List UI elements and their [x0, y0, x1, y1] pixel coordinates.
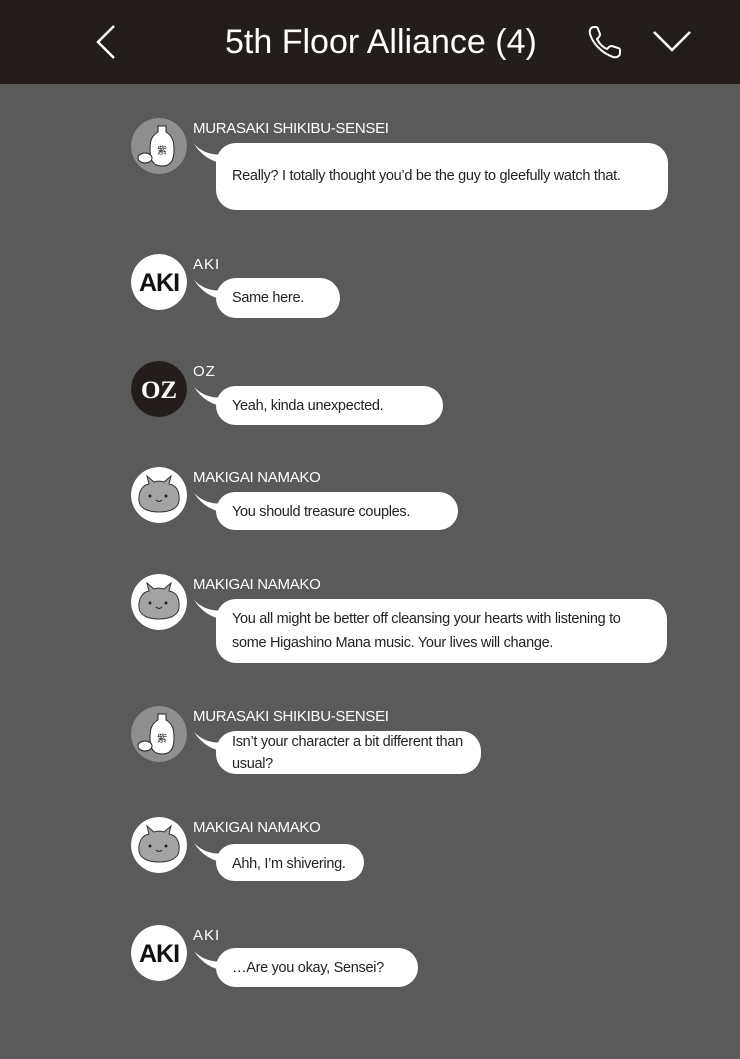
avatar-aki-logo[interactable]: AKI: [131, 254, 187, 310]
cat-face-icon: [131, 574, 187, 630]
avatar-sake-icon[interactable]: 紫: [131, 706, 187, 762]
aki-logo: AKI: [131, 925, 187, 981]
sender-name: MAKIGAI NAMAKO: [193, 469, 321, 486]
message-bubble[interactable]: …Are you okay, Sensei?: [216, 948, 418, 987]
avatar-cat-face-icon[interactable]: [131, 817, 187, 873]
sender-name: MURASAKI SHIKIBU-SENSEI: [193, 120, 389, 137]
avatar-aki-logo[interactable]: AKI: [131, 925, 187, 981]
chat-header: 5th Floor Alliance (4): [0, 0, 740, 84]
svg-text:紫: 紫: [157, 733, 167, 745]
svg-text:AKI: AKI: [139, 269, 179, 297]
back-arrow-icon[interactable]: [92, 22, 122, 62]
sender-name: MURASAKI SHIKIBU-SENSEI: [193, 708, 389, 725]
sender-name: AKI: [193, 927, 221, 944]
chevron-down-icon[interactable]: [650, 24, 694, 60]
cat-face-icon: [131, 817, 187, 873]
phone-icon[interactable]: [585, 22, 625, 62]
message-bubble[interactable]: Same here.: [216, 278, 340, 318]
avatar-cat-face-icon[interactable]: [131, 467, 187, 523]
sender-name: MAKIGAI NAMAKO: [193, 819, 321, 836]
message-bubble[interactable]: Really? I totally thought you’d be the g…: [216, 143, 668, 210]
message-bubble[interactable]: You should treasure couples.: [216, 492, 458, 530]
avatar-sake-icon[interactable]: 紫: [131, 118, 187, 174]
sender-name: MAKIGAI NAMAKO: [193, 576, 321, 593]
svg-text:AKI: AKI: [139, 940, 179, 968]
avatar-cat-face-icon[interactable]: [131, 574, 187, 630]
oz-logo: OZ: [131, 361, 187, 417]
message-bubble[interactable]: Isn’t your character a bit different tha…: [216, 731, 481, 774]
sake-icon: 紫: [131, 118, 187, 174]
message-bubble[interactable]: Ahh, I’m shivering.: [216, 844, 364, 881]
svg-text:OZ: OZ: [141, 377, 177, 404]
message-bubble[interactable]: You all might be better off cleansing yo…: [216, 599, 667, 663]
sake-icon: 紫: [131, 706, 187, 762]
svg-text:紫: 紫: [157, 145, 167, 157]
avatar-oz-logo[interactable]: OZ: [131, 361, 187, 417]
message-bubble[interactable]: Yeah, kinda unexpected.: [216, 386, 443, 425]
sender-name: OZ: [193, 363, 216, 380]
sender-name: AKI: [193, 256, 221, 273]
aki-logo: AKI: [131, 254, 187, 310]
cat-face-icon: [131, 467, 187, 523]
chat-title: 5th Floor Alliance (4): [225, 23, 537, 61]
